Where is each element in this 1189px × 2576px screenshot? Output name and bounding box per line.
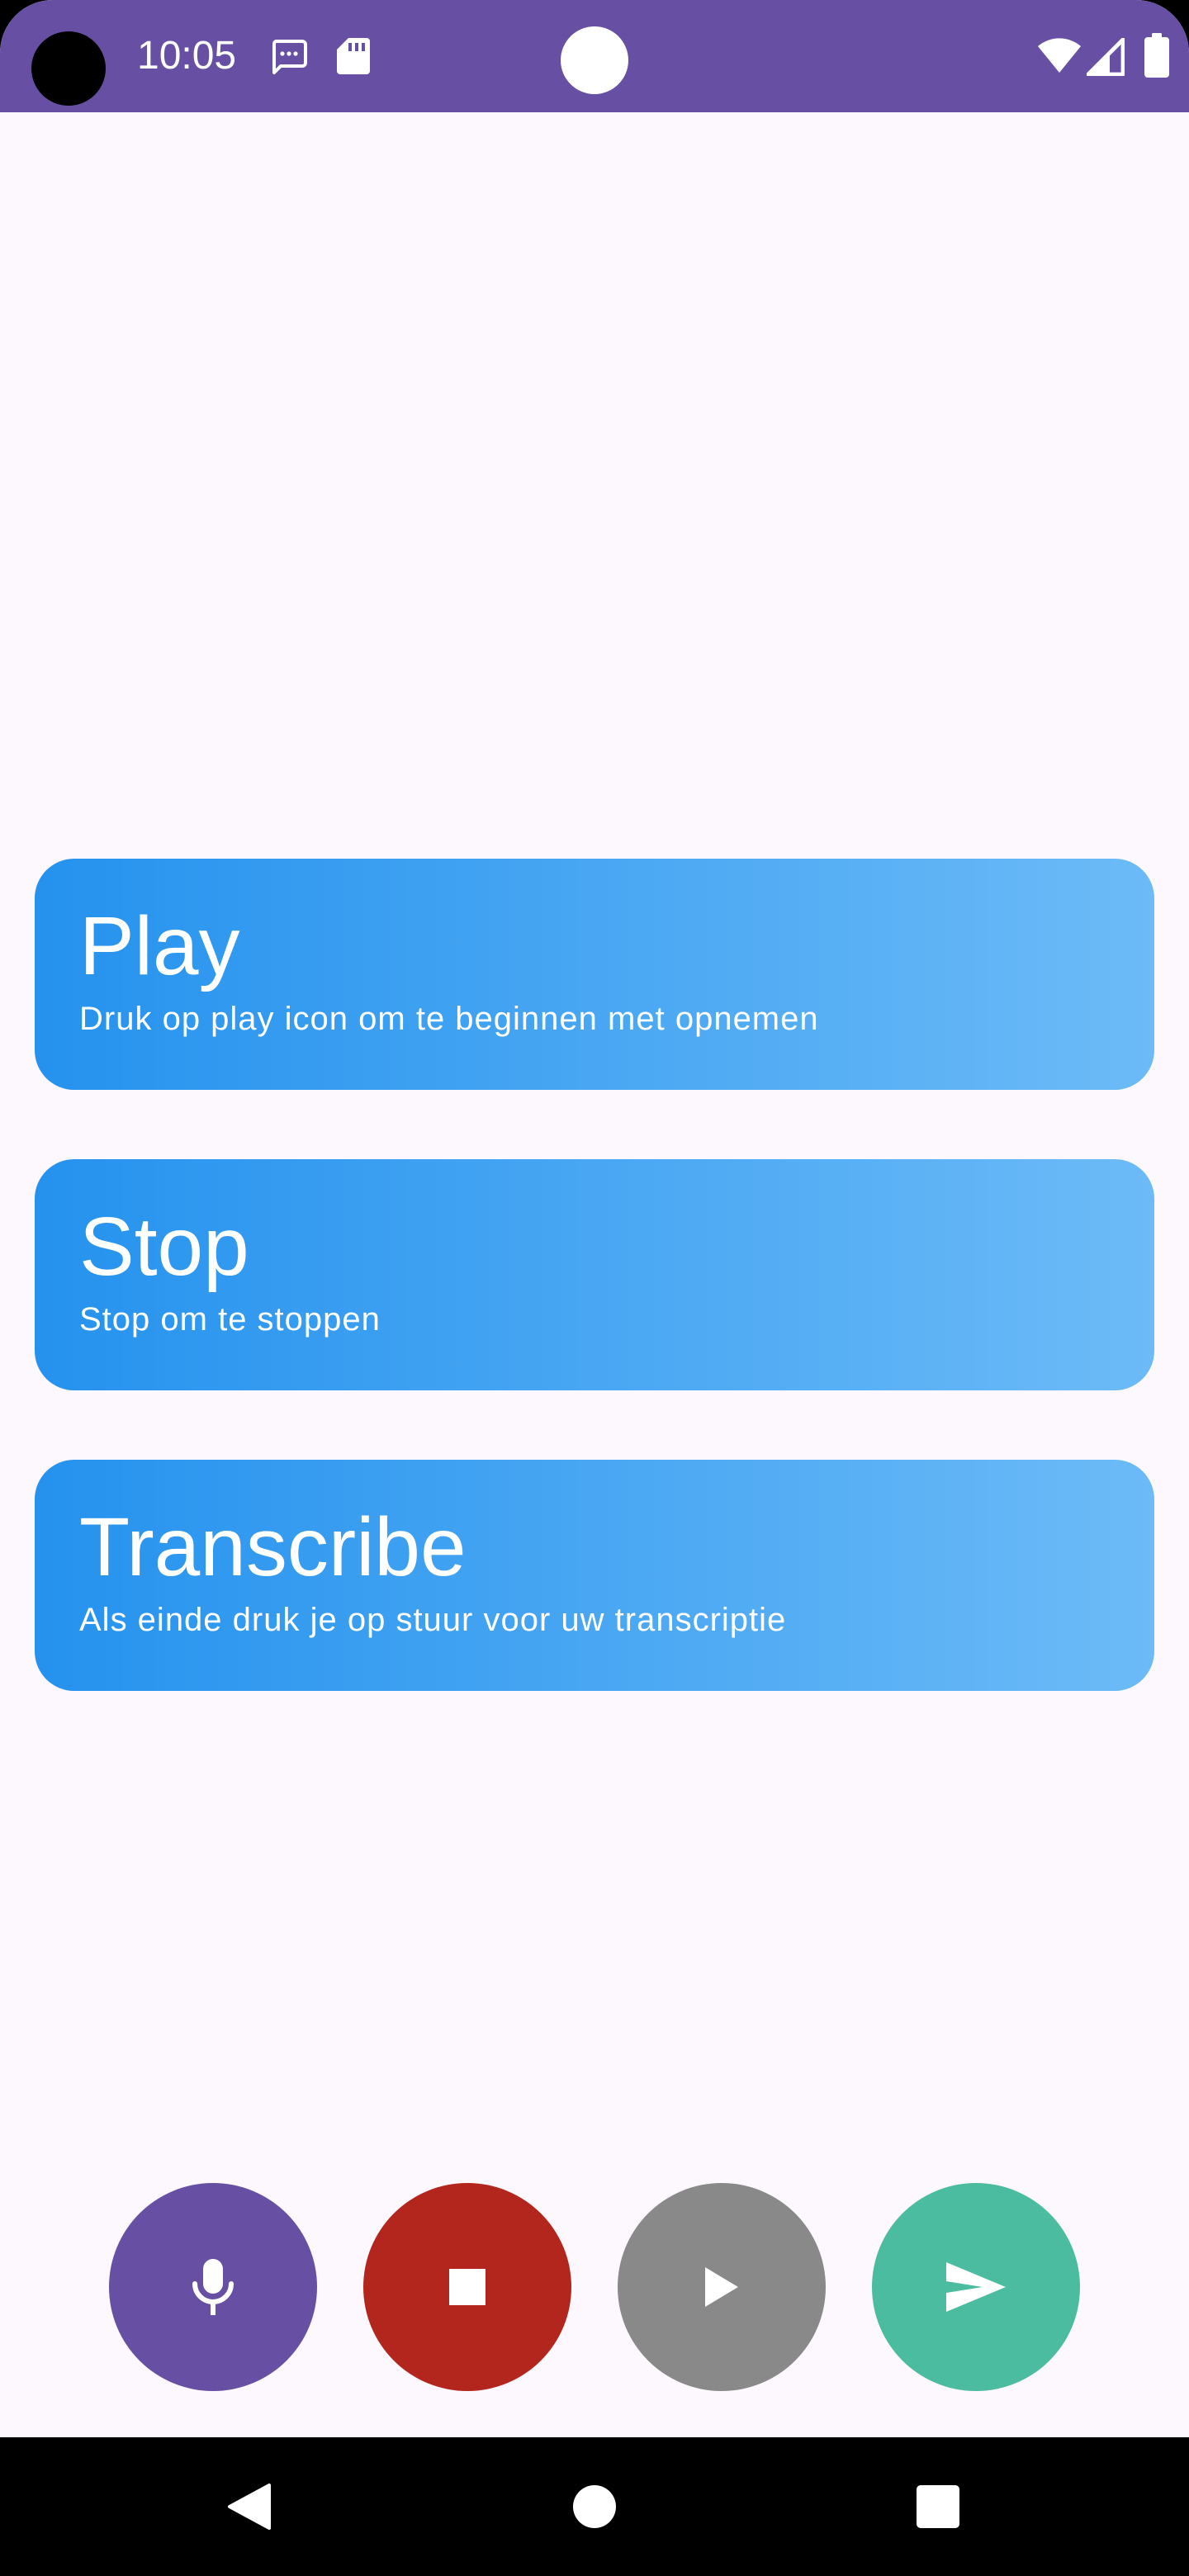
send-button[interactable]: [872, 2183, 1080, 2391]
message-icon: [272, 40, 307, 74]
wifi-icon: [1038, 38, 1081, 73]
navigation-bar: [0, 2437, 1189, 2576]
status-bar: 10:05: [0, 0, 1189, 112]
stop-button[interactable]: [363, 2183, 571, 2391]
stop-card-title: Stop: [79, 1200, 249, 1293]
camera-cutout: [31, 31, 106, 106]
home-icon: [573, 2485, 616, 2528]
recents-icon: [917, 2485, 959, 2528]
transcribe-card-title: Transcribe: [79, 1501, 467, 1593]
play-button[interactable]: [618, 2183, 826, 2391]
stop-icon: [449, 2269, 486, 2305]
stop-card[interactable]: Stop Stop om te stoppen: [35, 1159, 1154, 1390]
record-button[interactable]: [109, 2183, 317, 2391]
stop-card-subtitle: Stop om te stoppen: [79, 1301, 381, 1338]
play-card[interactable]: Play Druk op play icon om te beginnen me…: [35, 859, 1154, 1090]
app-screen: 10:05 Play Druk op play icon om te begin…: [0, 0, 1189, 2576]
back-icon: [228, 2484, 271, 2530]
play-card-title: Play: [79, 900, 240, 992]
signal-icon: [1087, 38, 1125, 76]
front-camera: [561, 26, 628, 94]
status-time: 10:05: [137, 34, 237, 78]
transcribe-card[interactable]: Transcribe Als einde druk je op stuur vo…: [35, 1460, 1154, 1691]
transcribe-card-subtitle: Als einde druk je op stuur voor uw trans…: [79, 1602, 787, 1638]
battery-icon: [1144, 33, 1169, 78]
mic-icon: [192, 2259, 234, 2315]
back-button[interactable]: [180, 2437, 319, 2576]
play-card-subtitle: Druk op play icon om te beginnen met opn…: [79, 1001, 819, 1037]
play-icon: [705, 2267, 738, 2307]
recents-button[interactable]: [869, 2437, 1007, 2576]
home-button[interactable]: [525, 2437, 664, 2576]
send-icon: [946, 2262, 1006, 2312]
sd-card-icon: [337, 38, 370, 74]
